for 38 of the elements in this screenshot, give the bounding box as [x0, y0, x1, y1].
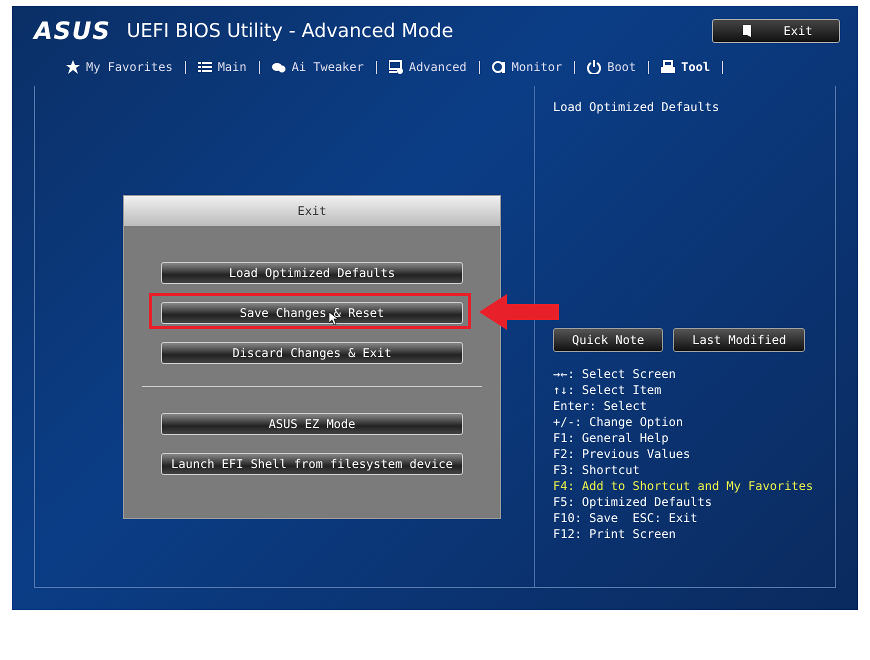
- arrow-icon: [479, 294, 559, 330]
- key-hint: F3: Shortcut: [553, 463, 640, 477]
- key-hint: F10: Save ESC: Exit: [553, 511, 698, 525]
- menu-tab[interactable]: Ai Tweaker: [268, 58, 368, 76]
- help-description: Load Optimized Defaults: [553, 100, 720, 114]
- key-hint: +/-: Change Option: [553, 415, 684, 429]
- key-hint: F2: Previous Values: [553, 447, 690, 461]
- menu-option-button[interactable]: Discard Changes & Exit: [161, 342, 463, 364]
- menu-tab[interactable]: Monitor: [488, 58, 566, 76]
- star-icon: [66, 60, 80, 74]
- key-hint: F12: Print Screen: [553, 527, 676, 541]
- window-title: UEFI BIOS Utility - Advanced Mode: [126, 20, 454, 42]
- monitor-icon: [388, 60, 403, 74]
- menu-option-button[interactable]: Save Changes & Reset: [161, 302, 463, 324]
- list-icon: [198, 60, 212, 74]
- menu-option-button[interactable]: Launch EFI Shell from filesystem device: [161, 452, 463, 474]
- menu-tab[interactable]: My Favorites: [62, 58, 177, 76]
- menu-tab[interactable]: Advanced: [384, 58, 471, 76]
- menu-tab[interactable]: Main: [194, 58, 251, 76]
- menu-option-button[interactable]: ASUS EZ Mode: [161, 412, 463, 434]
- key-hint: ↑↓: Select Item: [553, 383, 662, 397]
- menu-tab[interactable]: Boot: [583, 58, 640, 76]
- key-hint: →←: Select Screen: [553, 367, 676, 381]
- cloud-icon: [272, 60, 286, 74]
- help-button[interactable]: Last Modified: [673, 328, 806, 352]
- menu-tab[interactable]: Tool: [657, 58, 714, 76]
- menu-option-button[interactable]: Load Optimized Defaults: [161, 262, 463, 284]
- power-icon: [587, 60, 602, 74]
- printer-icon: [661, 60, 676, 74]
- key-hint: F1: General Help: [553, 431, 669, 445]
- key-hint: F4: Add to Shortcut and My Favorites: [553, 479, 814, 493]
- gauge-icon: [492, 60, 506, 74]
- brand-logo: ASUS: [34, 17, 111, 45]
- exit-button[interactable]: Exit: [712, 19, 840, 43]
- dialog-title: Exit: [124, 196, 500, 226]
- key-hint: F5: Optimized Defaults: [553, 495, 712, 509]
- key-hint: Enter: Select: [553, 399, 647, 413]
- help-button[interactable]: Quick Note: [553, 328, 664, 352]
